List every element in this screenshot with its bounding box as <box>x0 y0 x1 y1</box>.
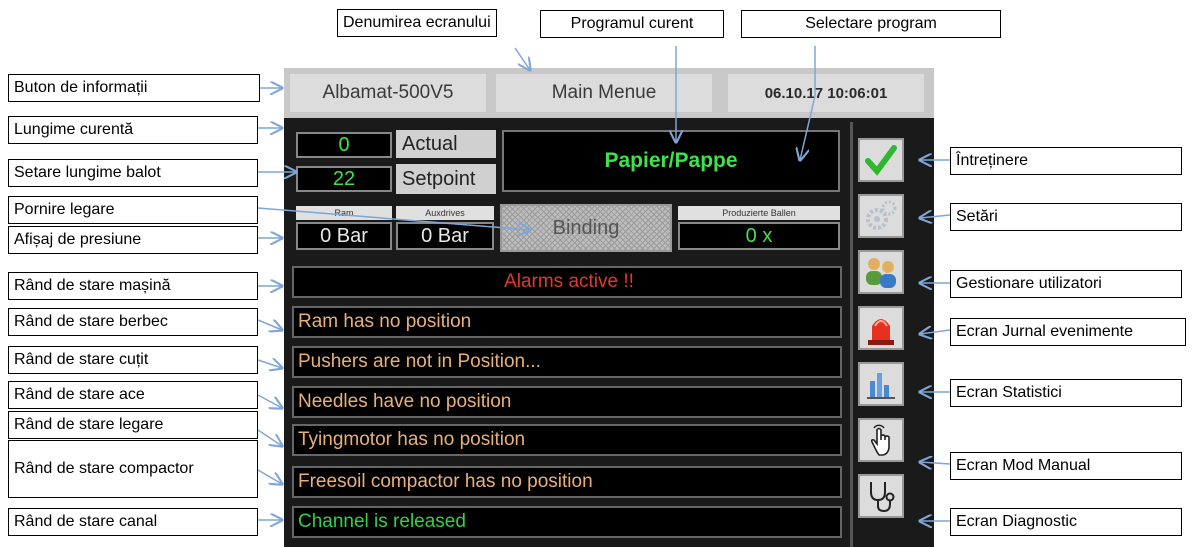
callout-statistics: Ecran Statistici <box>950 379 1182 407</box>
callout-machine-status: Rând de stare mașină <box>8 272 258 300</box>
callout-diagnostic: Ecran Diagnostic <box>950 508 1182 536</box>
callout-event-log: Ecran Jurnal evenimente <box>950 318 1186 346</box>
callout-settings: Setări <box>950 203 1182 231</box>
callout-channel-status: Rând de stare canal <box>8 508 258 536</box>
callout-pressure-display: Afișaj de presiune <box>8 226 258 254</box>
callout-screen-name: Denumirea ecranului <box>337 9 497 37</box>
callout-current-program: Programul curent <box>540 10 724 38</box>
callout-binding-status: Rând de stare legare <box>8 411 258 439</box>
callout-program-select: Selectare program <box>741 10 1001 38</box>
callout-maintenance: Întreținere <box>950 147 1182 175</box>
callout-user-management: Gestionare utilizatori <box>950 270 1182 298</box>
callout-compactor-status: Rând de stare compactor <box>8 440 258 498</box>
callout-info-button: Buton de informații <box>8 74 260 102</box>
callout-ram-status: Rând de stare berbec <box>8 308 258 336</box>
callout-bale-length: Setare lungime balot <box>8 159 258 187</box>
callout-current-length: Lungime curentă <box>8 116 258 144</box>
callout-knife-status: Rând de stare cuțit <box>8 346 258 374</box>
callout-needle-status: Rând de stare ace <box>8 381 258 409</box>
callout-manual-mode: Ecran Mod Manual <box>950 452 1182 480</box>
callout-start-binding: Pornire legare <box>8 196 258 224</box>
